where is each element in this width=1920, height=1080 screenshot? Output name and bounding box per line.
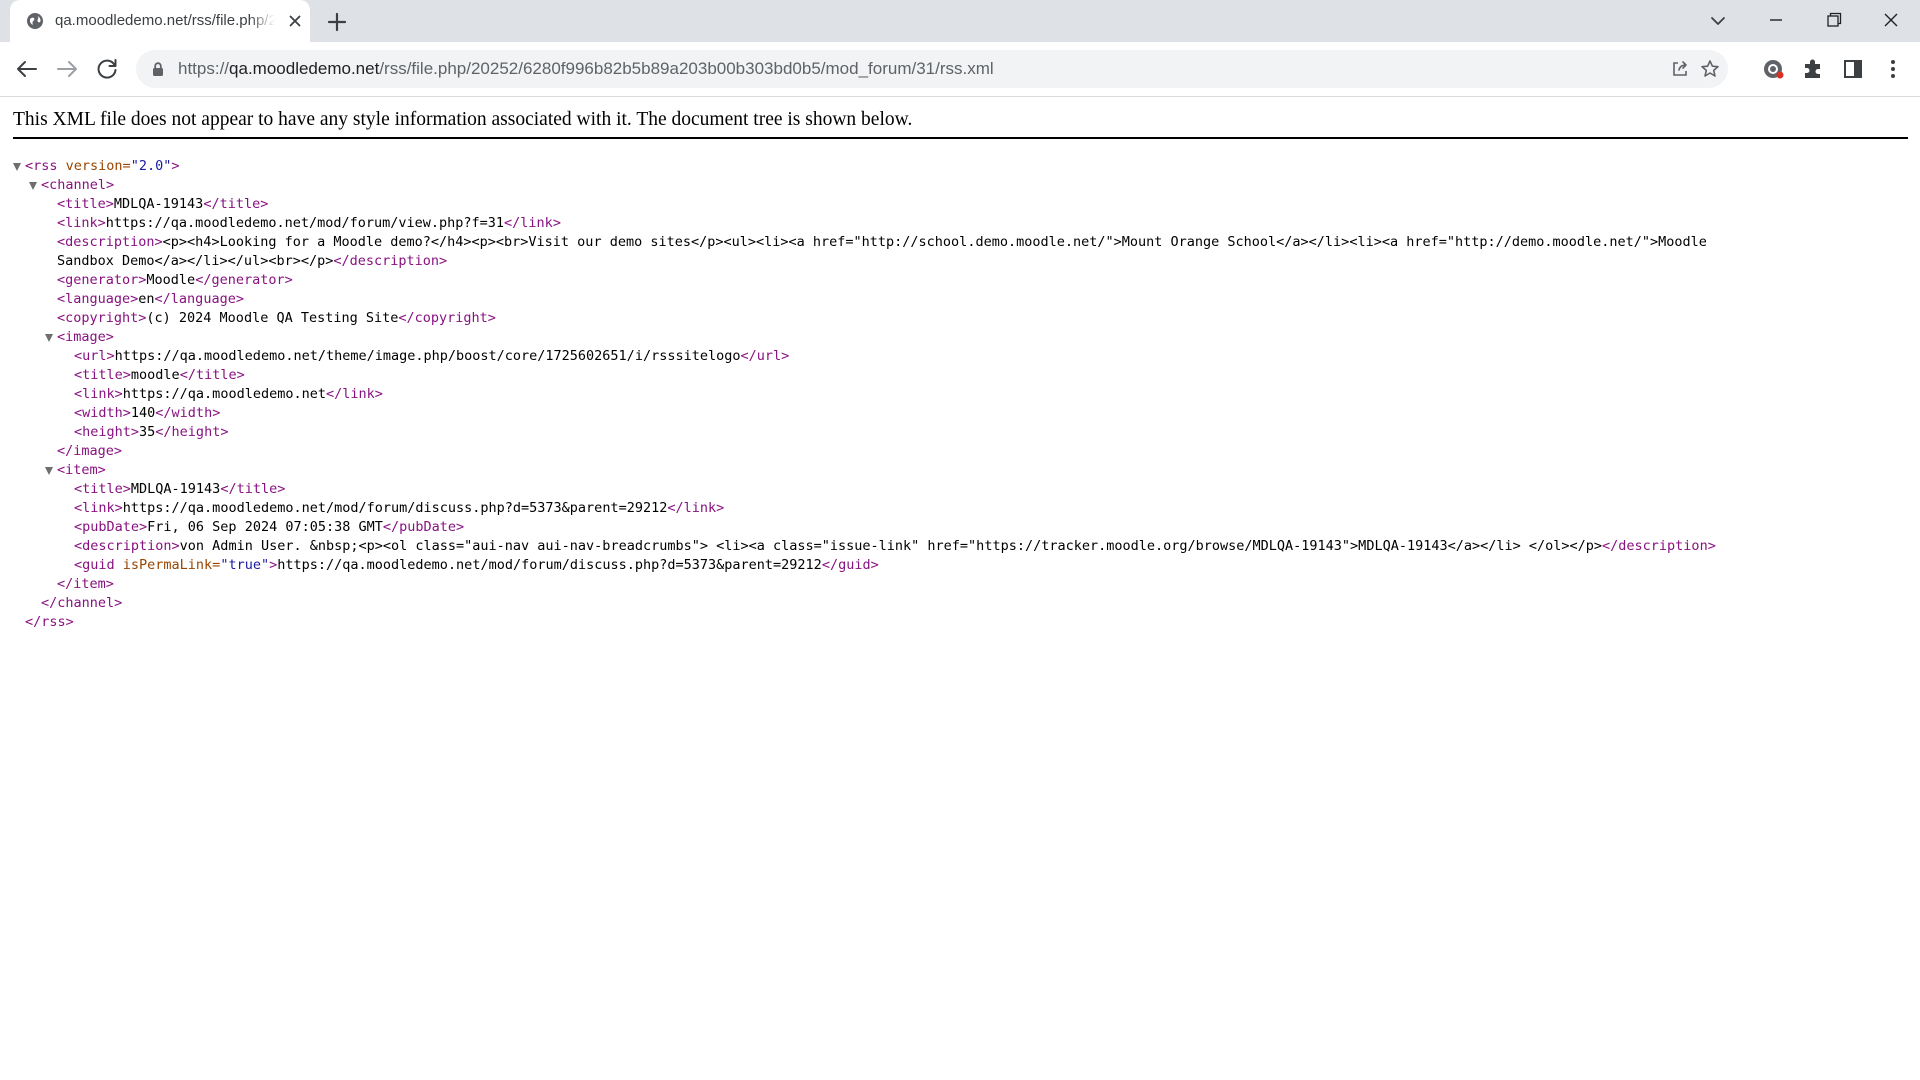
- xml-line-image-open: <image>: [57, 329, 114, 345]
- xml-line-image-width: <width>140</width>: [74, 405, 221, 421]
- restore-icon[interactable]: [1813, 4, 1853, 38]
- xml-line-channel-title: <title>MDLQA-19143</title>: [57, 196, 269, 212]
- side-panel-icon[interactable]: [1836, 52, 1870, 86]
- plus-icon[interactable]: [324, 9, 350, 35]
- puzzle-icon[interactable]: [1796, 52, 1830, 86]
- xml-line-image-url: <url>https://qa.moodledemo.net/theme/ima…: [74, 348, 790, 364]
- xml-line-copyright: <copyright>(c) 2024 Moodle QA Testing Si…: [57, 310, 496, 326]
- xml-line-item-pubdate: <pubDate>Fri, 06 Sep 2024 07:05:38 GMT</…: [74, 519, 465, 535]
- xml-line-channel-description-wrap: Sandbox Demo</a></li></ul><br></p></desc…: [57, 253, 448, 269]
- xml-line-image-link: <link>https://qa.moodledemo.net</link>: [74, 386, 383, 402]
- address-bar[interactable]: https://qa.moodledemo.net/rss/file.php/2…: [136, 50, 1728, 88]
- xml-line-language: <language>en</language>: [57, 291, 244, 307]
- xml-line-item-description: <description>von Admin User. &nbsp;<p><o…: [74, 538, 1716, 554]
- xml-line-image-title: <title>moodle</title>: [74, 367, 245, 383]
- xml-line-image-close: </image>: [57, 443, 123, 459]
- xml-line-item-guid: <guid isPermaLink="true">https://qa.mood…: [74, 557, 879, 573]
- url-path: /rss/file.php/20252/6280f996b82b5b89a203…: [379, 59, 994, 78]
- kebab-menu-icon[interactable]: [1876, 52, 1910, 86]
- forward-arrow-icon[interactable]: [50, 52, 84, 86]
- url-text[interactable]: https://qa.moodledemo.net/rss/file.php/2…: [178, 50, 994, 88]
- extension-icon[interactable]: [1756, 52, 1790, 86]
- tab-title: qa.moodledemo.net/rss/file.php/20252/628…: [55, 12, 275, 29]
- globe-icon: [27, 13, 43, 29]
- tab-strip: qa.moodledemo.net/rss/file.php/20252/628…: [0, 0, 1920, 42]
- xml-line-image-height: <height>35</height>: [74, 424, 229, 440]
- xml-line-channel-close: </channel>: [41, 595, 123, 611]
- xml-line-rss-close: </rss>: [25, 614, 74, 630]
- collapse-image-toggle[interactable]: [45, 334, 53, 342]
- chevron-down-icon[interactable]: [1698, 4, 1738, 38]
- xml-line-channel-open: <channel>: [41, 177, 115, 193]
- url-host: qa.moodledemo.net: [229, 59, 380, 78]
- collapse-channel-toggle[interactable]: [29, 182, 37, 190]
- xml-line-generator: <generator>Moodle</generator>: [57, 272, 293, 288]
- xml-line-channel-link: <link>https://qa.moodledemo.net/mod/foru…: [57, 215, 561, 231]
- xml-style-notice: This XML file does not appear to have an…: [13, 109, 913, 130]
- share-icon[interactable]: [1670, 59, 1690, 79]
- xml-line-channel-description: <description><p><h4>Looking for a Moodle…: [57, 234, 1707, 250]
- xml-line-item-title: <title>MDLQA-19143</title>: [74, 481, 286, 497]
- browser-toolbar: https://qa.moodledemo.net/rss/file.php/2…: [0, 42, 1920, 97]
- close-window-icon[interactable]: [1871, 4, 1911, 38]
- url-scheme: https://: [178, 59, 230, 78]
- xml-line-item-open: <item>: [57, 462, 106, 478]
- close-icon[interactable]: [286, 12, 304, 30]
- collapse-rss-toggle[interactable]: [13, 163, 21, 171]
- page-content: This XML file does not appear to have an…: [0, 97, 1920, 1080]
- back-arrow-icon[interactable]: [10, 52, 44, 86]
- browser-tab[interactable]: qa.moodledemo.net/rss/file.php/20252/628…: [10, 0, 310, 42]
- divider: [13, 137, 1908, 139]
- xml-line-rss-open: <rss version="2.0">: [25, 158, 180, 174]
- reload-icon[interactable]: [90, 52, 124, 86]
- collapse-item-toggle[interactable]: [45, 467, 53, 475]
- minimize-icon[interactable]: [1756, 4, 1796, 38]
- xml-line-item-close: </item>: [57, 576, 114, 592]
- xml-line-item-link: <link>https://qa.moodledemo.net/mod/foru…: [74, 500, 725, 516]
- lock-icon[interactable]: [150, 61, 166, 77]
- star-icon[interactable]: [1700, 59, 1720, 79]
